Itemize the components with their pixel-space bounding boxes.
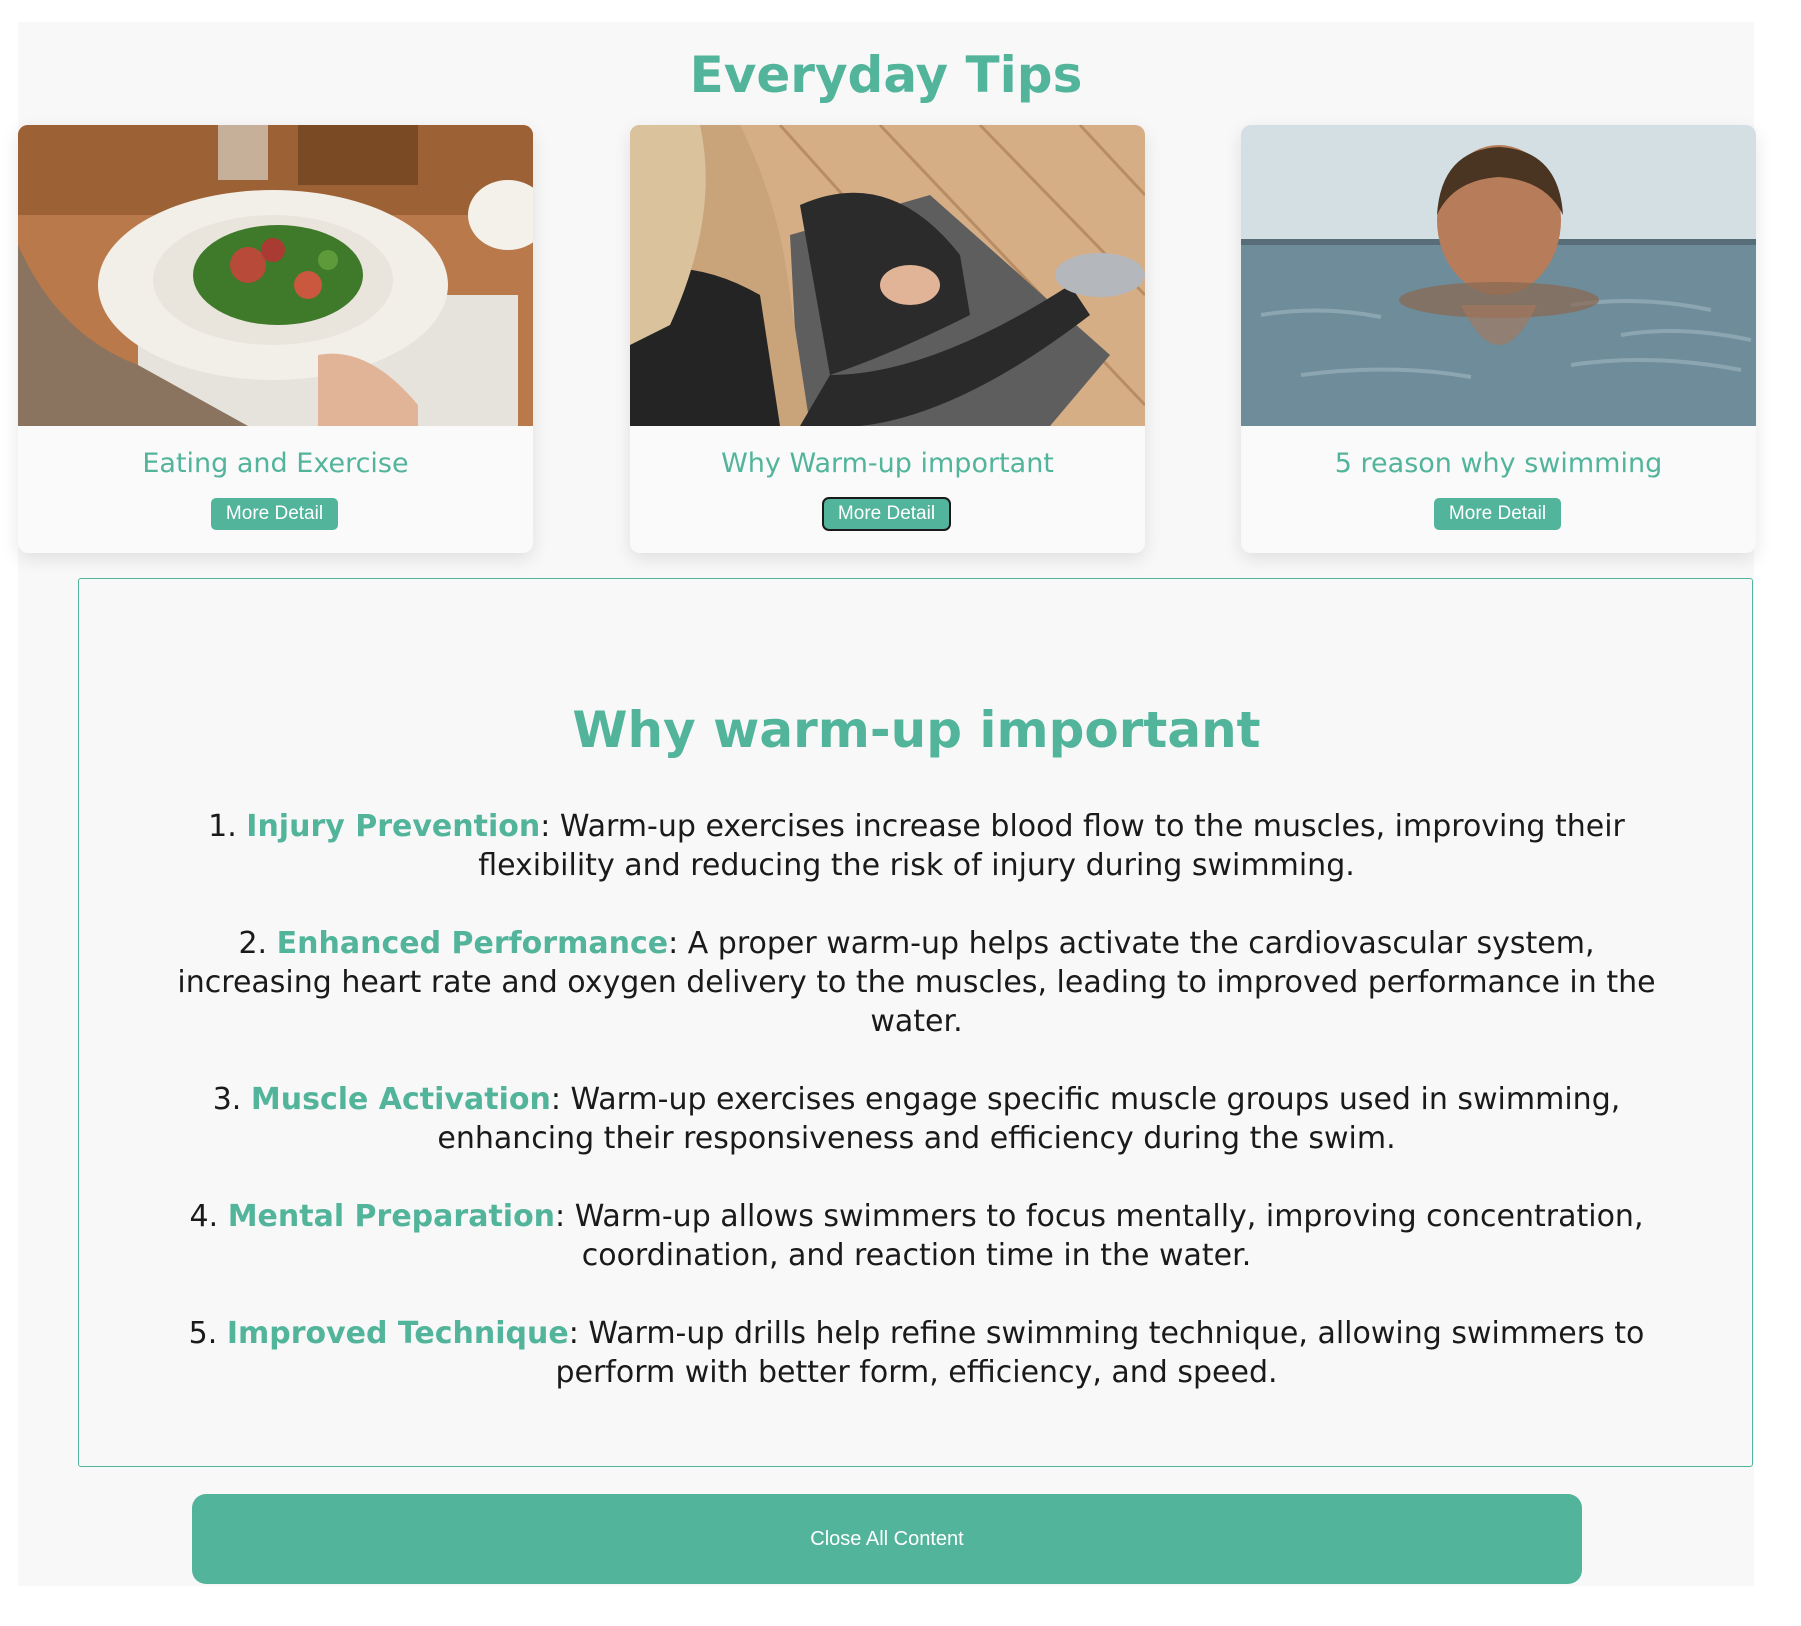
tip-text: : Warm-up drills help refine swimming te… bbox=[555, 1316, 1645, 1390]
list-item: 5. Improved Technique: Warm-up drills he… bbox=[159, 1314, 1674, 1392]
tip-text: : Warm-up exercises engage specific musc… bbox=[437, 1082, 1621, 1156]
item-number: 4. bbox=[189, 1199, 219, 1234]
tip-card-swimming: 5 reason why swimming More Detail bbox=[1241, 125, 1756, 553]
woman-stretching-image bbox=[630, 125, 1145, 426]
tip-term: Improved Technique bbox=[226, 1316, 569, 1351]
card-title: Eating and Exercise bbox=[142, 448, 409, 479]
page-title: Everyday Tips bbox=[689, 46, 1083, 104]
tip-text: : Warm-up exercises increase blood flow … bbox=[478, 809, 1625, 883]
card-title: Why Warm-up important bbox=[721, 448, 1054, 479]
tips-list: 1. Injury Prevention: Warm-up exercises … bbox=[159, 807, 1674, 1431]
detail-heading: Why warm-up important bbox=[572, 701, 1261, 759]
tip-text: : Warm-up allows swimmers to focus menta… bbox=[555, 1199, 1644, 1273]
tip-card-warmup: Why Warm-up important More Detail bbox=[630, 125, 1145, 553]
list-item: 4. Mental Preparation: Warm-up allows sw… bbox=[159, 1197, 1674, 1275]
close-all-content-button[interactable]: Close All Content bbox=[192, 1494, 1582, 1584]
list-item: 1. Injury Prevention: Warm-up exercises … bbox=[159, 807, 1674, 885]
more-detail-button[interactable]: More Detail bbox=[211, 498, 338, 530]
card-title: 5 reason why swimming bbox=[1334, 448, 1663, 479]
tip-card-eating: Eating and Exercise More Detail bbox=[18, 125, 533, 553]
list-item: 3. Muscle Activation: Warm-up exercises … bbox=[159, 1080, 1674, 1158]
item-number: 3. bbox=[212, 1082, 242, 1117]
tip-term: Enhanced Performance bbox=[276, 926, 669, 961]
tip-detail-panel: Why warm-up important 1. Injury Preventi… bbox=[78, 578, 1753, 1467]
tip-term: Mental Preparation bbox=[227, 1199, 556, 1234]
item-number: 2. bbox=[238, 926, 268, 961]
list-item: 2. Enhanced Performance: A proper warm-u… bbox=[159, 924, 1674, 1041]
salad-plate-image bbox=[18, 125, 533, 426]
tip-term: Injury Prevention bbox=[246, 809, 541, 844]
more-detail-button[interactable]: More Detail bbox=[1434, 498, 1561, 530]
page-container: Everyday Tips Eating and Exercise More D… bbox=[18, 22, 1756, 1586]
tip-term: Muscle Activation bbox=[250, 1082, 551, 1117]
woman-swimming-image bbox=[1241, 125, 1756, 426]
item-number: 5. bbox=[188, 1316, 218, 1351]
more-detail-button[interactable]: More Detail bbox=[822, 497, 951, 531]
item-number: 1. bbox=[208, 809, 237, 844]
